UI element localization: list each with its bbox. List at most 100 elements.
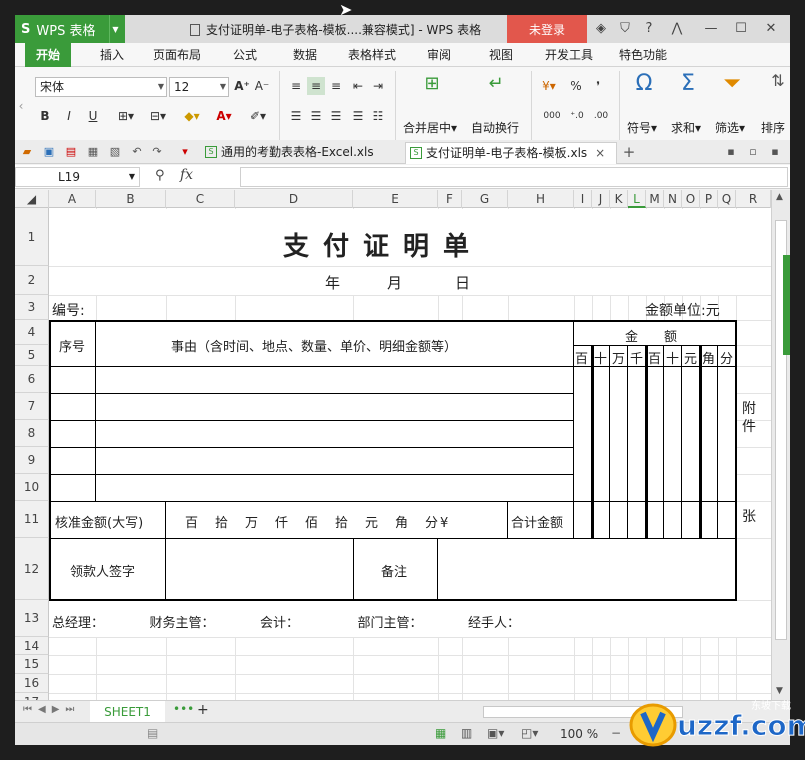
redo-icon[interactable]: ↷ xyxy=(149,144,165,160)
row-header[interactable]: 9 xyxy=(15,447,49,474)
merge-center-icon[interactable]: ⊞ xyxy=(417,73,447,94)
align-bottom-icon[interactable]: ≡ xyxy=(327,77,345,95)
row-header[interactable]: 8 xyxy=(15,420,49,447)
side-panel-toggle[interactable] xyxy=(783,255,790,355)
column-header[interactable]: I xyxy=(574,190,592,208)
scroll-up-icon[interactable]: ▲ xyxy=(776,192,783,202)
column-header[interactable]: N xyxy=(664,190,682,208)
sum-icon[interactable]: Σ xyxy=(673,71,703,96)
doc-tab-payment[interactable]: S 支付证明单-电子表格-模板.xls × xyxy=(405,142,617,164)
column-header[interactable]: D xyxy=(235,190,353,208)
omega-symbol-icon[interactable]: Ω xyxy=(629,71,659,96)
ribbon-scroll-left-icon[interactable]: ‹ xyxy=(17,97,25,115)
tab-page-layout[interactable]: 页面布局 xyxy=(147,43,207,67)
column-header[interactable]: H xyxy=(508,190,574,208)
column-header[interactable]: L xyxy=(628,190,646,208)
justify-icon[interactable]: ☰ xyxy=(349,107,367,125)
tab-menu-icon[interactable]: ▫ xyxy=(745,144,761,160)
tab-developer[interactable]: 开发工具 xyxy=(539,43,599,67)
align-center-icon[interactable]: ☰ xyxy=(307,107,325,125)
sum-button[interactable]: 求和▾ xyxy=(671,119,701,136)
chevron-down-icon[interactable]: ▼ xyxy=(109,15,121,43)
tab-formula[interactable]: 公式 xyxy=(223,43,267,67)
minimize-ribbon-icon[interactable]: ⋀ xyxy=(667,19,687,39)
sort-button[interactable]: 排序 xyxy=(761,119,789,136)
maximize-icon[interactable]: ☐ xyxy=(731,19,751,39)
column-header[interactable]: A xyxy=(49,190,96,208)
zoom-level[interactable]: 100 % xyxy=(560,727,598,741)
column-header[interactable]: G xyxy=(462,190,508,208)
column-header[interactable]: K xyxy=(610,190,628,208)
row-header[interactable]: 5 xyxy=(15,345,49,366)
pdf-icon[interactable]: ▤ xyxy=(63,144,79,160)
tab-view[interactable]: 视图 xyxy=(479,43,523,67)
row-header[interactable]: 16 xyxy=(15,674,49,693)
decimal-decrease-icon[interactable]: .00 xyxy=(591,107,611,125)
print-preview-icon[interactable]: ▧ xyxy=(107,144,123,160)
row-header[interactable]: 3 xyxy=(15,295,49,320)
column-header[interactable]: E xyxy=(353,190,438,208)
undo-icon[interactable]: ↶ xyxy=(129,144,145,160)
tab-special[interactable]: 特色功能 xyxy=(613,43,673,67)
page-layout-icon[interactable]: ▥ xyxy=(461,726,472,740)
fill-color-icon[interactable]: ◆▾ xyxy=(179,107,205,125)
decrease-font-icon[interactable]: A⁻ xyxy=(253,77,271,95)
row-header[interactable]: 10 xyxy=(15,474,49,501)
sort-icon[interactable]: ⇅ xyxy=(763,71,790,90)
tab-review[interactable]: 审阅 xyxy=(417,43,461,67)
shirt-icon[interactable]: ⛉ xyxy=(615,19,635,39)
tab-insert[interactable]: 插入 xyxy=(89,43,135,67)
login-button[interactable]: 未登录 xyxy=(507,15,587,43)
distribute-icon[interactable]: ☷ xyxy=(369,107,387,125)
select-all-corner[interactable]: ◢ xyxy=(15,190,49,208)
open-folder-icon[interactable]: ▰ xyxy=(19,144,35,160)
wrap-text-icon[interactable]: ↵ xyxy=(481,73,511,94)
filter-button[interactable]: 筛选▾ xyxy=(715,119,745,136)
bold-button[interactable]: B xyxy=(37,107,53,125)
print-icon[interactable]: ▦ xyxy=(85,144,101,160)
tab-list-icon[interactable]: ▪ xyxy=(723,144,739,160)
row-header[interactable]: 1 xyxy=(15,208,49,266)
comma-icon[interactable]: ❜ xyxy=(591,77,605,95)
thousands-button[interactable]: 000 xyxy=(539,107,565,125)
column-header[interactable]: B xyxy=(96,190,166,208)
row-header[interactable]: 17 xyxy=(15,693,49,700)
border-icon[interactable]: ⊞▾ xyxy=(113,107,139,125)
minimize-icon[interactable]: — xyxy=(701,19,721,39)
page-break-icon[interactable]: ▣▾ xyxy=(487,726,504,740)
sheet-nav-icons[interactable]: ⏮◀▶⏭ xyxy=(23,704,80,715)
row-header[interactable]: 11 xyxy=(15,501,49,538)
sheet-tab-sheet1[interactable]: SHEET1 xyxy=(90,701,165,723)
symbol-button[interactable]: 符号▾ xyxy=(627,119,657,136)
font-color-icon[interactable]: A▾ xyxy=(211,107,237,125)
skin-icon[interactable]: ◈ xyxy=(591,19,611,39)
underline-button[interactable]: U xyxy=(85,107,101,125)
help-icon[interactable]: ? xyxy=(639,19,659,39)
row-header[interactable]: 6 xyxy=(15,366,49,393)
increase-font-icon[interactable]: A⁺ xyxy=(233,77,251,95)
row-header[interactable]: 4 xyxy=(15,320,49,345)
font-size-select[interactable]: 12 ▼ xyxy=(169,77,229,97)
tab-more-icon[interactable]: ▪ xyxy=(767,144,783,160)
column-header[interactable]: R xyxy=(736,190,771,208)
row-header[interactable]: 13 xyxy=(15,600,49,637)
font-name-select[interactable]: 宋体 ▼ xyxy=(35,77,167,97)
row-header[interactable]: 2 xyxy=(15,266,49,295)
merge-center-button[interactable]: 合并居中▾ xyxy=(403,119,457,136)
tab-data[interactable]: 数据 xyxy=(283,43,327,67)
currency-icon[interactable]: ¥▾ xyxy=(539,77,559,95)
doc-tab-attendance[interactable]: S 通用的考勤表表格-Excel.xls xyxy=(201,142,393,164)
percent-button[interactable]: % xyxy=(569,77,583,95)
reading-mode-icon[interactable]: ◰▾ xyxy=(521,726,538,740)
row-header[interactable]: 7 xyxy=(15,393,49,420)
column-header[interactable]: F xyxy=(438,190,462,208)
column-header[interactable]: O xyxy=(682,190,700,208)
name-box[interactable]: L19 ▼ xyxy=(15,167,140,187)
filter-icon[interactable]: ⏷ xyxy=(717,71,747,96)
wps-app-menu-button[interactable]: S WPS 表格 ▼ xyxy=(15,15,125,43)
close-tab-icon[interactable]: × xyxy=(595,146,605,160)
row-header[interactable]: 14 xyxy=(15,637,49,655)
indent-icon[interactable]: ⇤ xyxy=(349,77,367,95)
magnifier-icon[interactable]: ⚲ xyxy=(155,168,165,183)
column-header[interactable]: C xyxy=(166,190,235,208)
